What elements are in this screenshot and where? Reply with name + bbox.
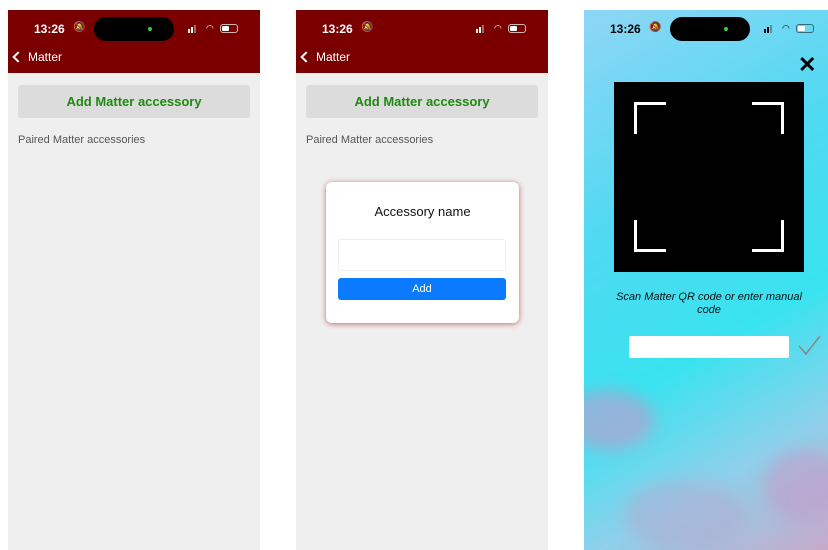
cellular-signal-icon — [764, 25, 772, 33]
paired-accessories-heading: Paired Matter accessories — [18, 134, 146, 146]
background-blur — [584, 390, 654, 450]
battery-icon — [220, 24, 238, 33]
battery-icon — [508, 24, 526, 33]
silent-mode-icon: 🔕 — [361, 22, 374, 33]
cellular-signal-icon — [188, 25, 196, 33]
chevron-left-icon — [300, 51, 312, 63]
background-blur — [624, 480, 744, 550]
screen-accessory-name-dialog: 13:26 🔕 ◠ Matter Add Matter accessory Pa… — [296, 10, 548, 550]
status-bar: 13:26 🔕 ◠ — [584, 10, 828, 48]
accessory-name-dialog: Accessory name Add — [326, 182, 519, 323]
silent-mode-icon: 🔕 — [73, 22, 86, 33]
status-time: 13:26 — [322, 22, 353, 36]
dynamic-island — [94, 17, 174, 41]
dynamic-island — [670, 17, 750, 41]
wifi-icon: ◠ — [494, 23, 502, 33]
screen-matter-list: 13:26 🔕 ◠ Matter Add Matter accessory Pa… — [8, 10, 260, 550]
add-matter-accessory-button[interactable]: Add Matter accessory — [18, 85, 250, 118]
status-time: 13:26 — [610, 22, 641, 36]
dialog-title: Accessory name — [374, 204, 471, 219]
back-label: Matter — [316, 50, 351, 64]
status-bar: 13:26 🔕 ◠ — [296, 10, 548, 48]
close-icon[interactable]: ✕ — [798, 54, 816, 76]
viewfinder-corner — [752, 220, 784, 252]
cellular-signal-icon — [476, 25, 484, 33]
screen-qr-scanner: 13:26 🔕 ◠ ✕ Scan Matter QR code or enter… — [584, 10, 828, 550]
viewfinder-corner — [752, 102, 784, 134]
checkmark-icon[interactable] — [796, 332, 822, 358]
back-button[interactable]: Matter — [300, 50, 350, 64]
silent-mode-icon: 🔕 — [649, 22, 662, 33]
scan-instruction: Scan Matter QR code or enter manual code — [616, 291, 802, 316]
viewfinder-corner — [634, 102, 666, 134]
viewfinder-corner — [634, 220, 666, 252]
back-button[interactable]: Matter — [12, 50, 62, 64]
add-matter-accessory-button[interactable]: Add Matter accessory — [306, 85, 538, 118]
manual-code-input[interactable] — [629, 336, 789, 358]
chevron-left-icon — [12, 51, 24, 63]
qr-viewfinder — [614, 82, 804, 272]
accessory-name-input[interactable] — [338, 239, 506, 271]
wifi-icon: ◠ — [206, 23, 214, 33]
battery-icon — [796, 24, 814, 33]
add-button[interactable]: Add — [338, 278, 506, 300]
background-blur — [764, 450, 828, 520]
status-bar: 13:26 🔕 ◠ — [8, 10, 260, 48]
back-label: Matter — [28, 50, 63, 64]
status-time: 13:26 — [34, 22, 65, 36]
wifi-icon: ◠ — [782, 23, 790, 33]
paired-accessories-heading: Paired Matter accessories — [306, 134, 434, 146]
